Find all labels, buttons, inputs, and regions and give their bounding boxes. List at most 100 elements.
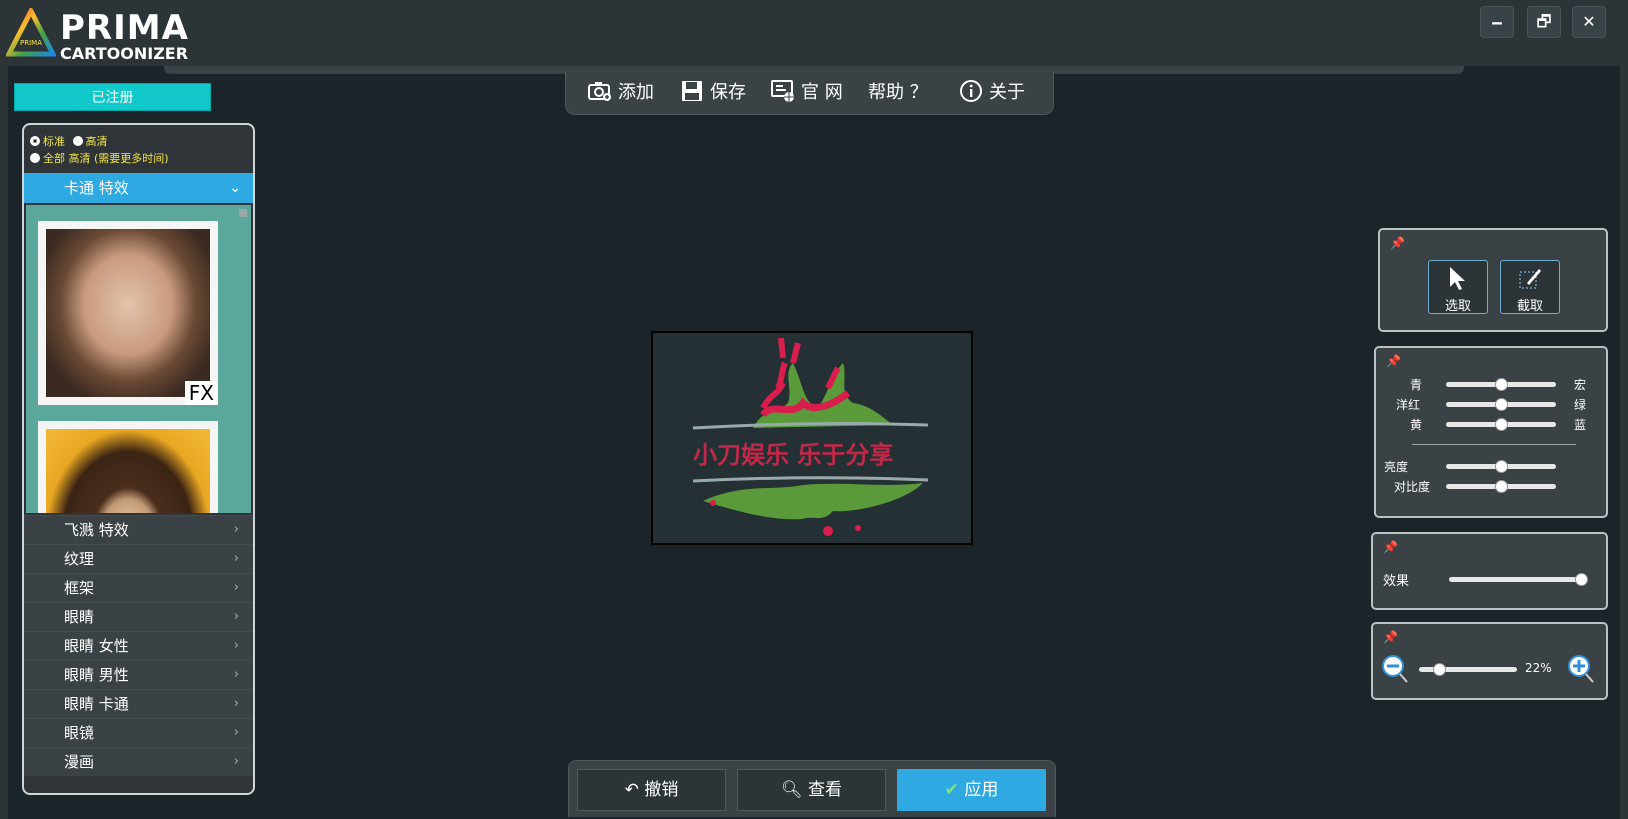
zoom-knob[interactable] [1433,663,1446,676]
zoom-value: 22% [1525,661,1552,675]
zoom-out-icon[interactable] [1381,654,1409,684]
view-label: 查看 [808,780,842,800]
red-label: 宏 [1574,378,1587,392]
radio-standard[interactable] [30,136,40,146]
crop-pen-icon [1519,269,1541,289]
undo-button[interactable]: ↶ 撤销 [577,769,726,811]
quality-options: 标准 高清 全部 高清 (需要更多时间) [30,133,169,167]
category-item-label: 眼镜 [64,724,95,742]
logo-triangle-icon: PRIMA [6,8,56,57]
effect-knob[interactable] [1575,573,1588,586]
crop-tool-button[interactable]: 截取 [1500,260,1560,314]
title-bar: PRIMA PRIMA CARTOONIZER 🗕 🗗 ✕ [0,0,1628,66]
chevron-right-icon: › [233,609,239,624]
category-item[interactable]: 眼睛 › [24,602,253,631]
fx-badge: FX [184,381,218,405]
radio-hd[interactable] [72,136,83,146]
right-border [1620,66,1628,819]
category-item[interactable]: 眼镜 › [24,718,253,747]
close-button[interactable]: ✕ [1572,6,1606,38]
chevron-right-icon: › [233,638,239,653]
color-adjust-panel: 📌 青 宏 洋红 绿 黄 蓝 亮度 对比度 [1374,346,1608,518]
pin-icon[interactable]: 📌 [1386,354,1401,368]
category-item-label: 眼睛 [64,608,95,626]
canvas-image: 小刀娱乐 乐于分享 [692,337,929,536]
apply-button[interactable]: ✔ 应用 [897,769,1046,811]
brand-subtitle: CARTOONIZER [60,44,189,63]
cyan-red-knob[interactable] [1495,378,1508,391]
radio-all-hd-label: 全部 高清 (需要更多时间) [43,152,169,165]
category-item[interactable]: 眼睛 男性 › [24,660,253,689]
category-cartoon-effects[interactable]: 卡通 特效 ⌄ [24,173,253,203]
app-logo: PRIMA PRIMA CARTOONIZER [6,6,196,63]
category-item[interactable]: 纹理 › [24,544,253,573]
green-label: 绿 [1574,398,1587,412]
chevron-right-icon: › [233,667,239,682]
effect-slider[interactable] [1449,577,1583,582]
add-button[interactable]: 添加 [588,72,654,114]
camera-add-icon [588,82,611,101]
magenta-label: 洋红 [1396,398,1421,412]
minimize-button[interactable]: 🗕 [1480,6,1514,38]
restore-button[interactable]: 🗗 [1527,6,1561,38]
yellow-blue-knob[interactable] [1495,418,1508,431]
bottom-action-bar: ↶ 撤销 🔍︎ 查看 ✔ 应用 [568,760,1056,817]
cursor-arrow-icon [1450,267,1465,290]
minimize-icon: 🗕 [1491,12,1503,31]
close-icon: ✕ [1582,12,1596,31]
chevron-right-icon: › [233,725,239,740]
about-button[interactable]: 关于 [959,72,1025,114]
contrast-knob[interactable] [1495,480,1508,493]
chevron-right-icon: › [233,522,239,537]
apply-label: 应用 [964,780,999,800]
left-border [0,66,8,819]
svg-text:PRIMA: PRIMA [20,39,42,47]
category-item-label: 漫画 [64,753,95,771]
save-label: 保存 [710,82,746,103]
select-tool-label: 选取 [1444,299,1471,314]
effects-panel: 标准 高清 全部 高清 (需要更多时间) 卡通 特效 ⌄ FX 飞溅 特效 › 纹理… [22,123,255,795]
category-item-label: 眼睛 卡通 [64,695,129,713]
category-item[interactable]: 框架 › [24,573,253,602]
pin-icon[interactable]: 📌 [1383,540,1398,554]
checkmark-icon: ✔ [944,780,965,800]
select-tool-button[interactable]: 选取 [1428,260,1488,314]
pin-icon[interactable]: 📌 [1383,630,1398,644]
gallery-scrollbar[interactable] [239,209,247,217]
category-item[interactable]: 飞溅 特效 › [24,515,253,544]
chevron-right-icon: › [233,754,239,769]
chevron-right-icon: › [233,696,239,711]
category-item[interactable]: 漫画 › [24,747,253,776]
image-canvas[interactable]: 小刀娱乐 乐于分享 [651,331,973,545]
radio-all-hd[interactable] [30,153,40,163]
website-icon [771,80,794,102]
category-item[interactable]: 眼睛 卡通 › [24,689,253,718]
brightness-knob[interactable] [1495,460,1508,473]
yellow-label: 黄 [1410,418,1423,432]
thumbnail-image [46,429,210,513]
pin-icon[interactable]: 📌 [1390,236,1405,250]
category-list: 飞溅 特效 › 纹理 › 框架 › 眼睛 › 眼睛 女性 › 眼睛 男性 › 眼睛 卡通 › 眼镜 › 漫画 › [24,515,253,776]
category-item-label: 眼睛 女性 [64,637,129,655]
website-button[interactable]: 官 网 [771,72,843,114]
category-item[interactable]: 眼睛 女性 › [24,631,253,660]
effects-gallery[interactable]: FX [26,205,251,513]
category-header-label: 卡通 特效 [64,179,129,197]
category-item-label: 飞溅 特效 [64,521,129,539]
effect-thumbnail[interactable] [38,421,218,513]
help-button[interactable]: 帮助 ？ [868,72,928,114]
registered-button[interactable]: 已注册 [14,83,211,111]
help-label: 帮助 ？ [868,82,928,103]
chevron-right-icon: › [233,551,239,566]
view-button[interactable]: 🔍︎ 查看 [737,769,886,811]
zoom-in-icon[interactable] [1567,654,1595,684]
info-icon [960,80,982,102]
undo-label: 撤销 [644,780,679,800]
magenta-green-knob[interactable] [1495,398,1508,411]
magnifier-icon: 🔍︎ [781,780,808,800]
effect-thumbnail[interactable]: FX [38,221,218,405]
add-label: 添加 [618,82,654,103]
save-button[interactable]: 保存 [680,72,746,114]
category-item-label: 眼睛 男性 [64,666,129,684]
contrast-label: 对比度 [1394,480,1431,494]
